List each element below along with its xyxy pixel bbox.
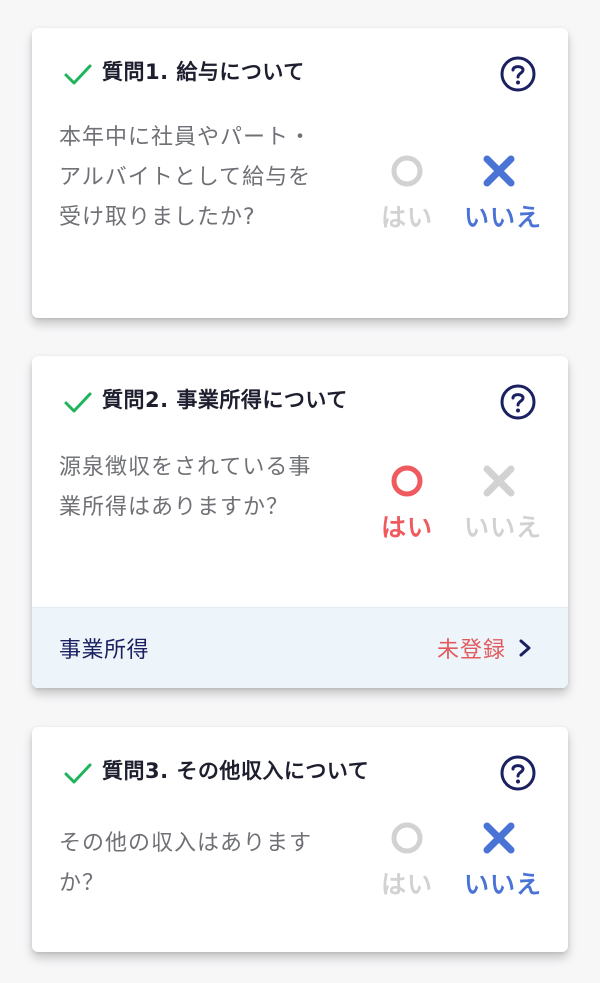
question-text: 源泉徴収をされている事業所得はありますか？: [59, 455, 312, 520]
question-circle-icon[interactable]: [500, 384, 536, 420]
footer-label: 事業所得: [59, 638, 150, 663]
status-badge: 未登録: [436, 638, 506, 663]
question-circle-icon[interactable]: [500, 755, 536, 791]
x-icon: [483, 822, 515, 854]
question-title: 質問1. 給与について: [102, 60, 305, 84]
x-icon: [483, 465, 515, 497]
question-card-3: 質問3. その他収入について その他の収入はありますか？ はい いいえ: [32, 727, 568, 952]
yes-option[interactable]: はい: [372, 819, 442, 901]
check-icon: [64, 392, 92, 413]
question-title: 質問2. 事業所得について: [102, 388, 348, 412]
card-header: 質問1. 給与について: [32, 28, 568, 118]
no-option[interactable]: いいえ: [464, 462, 543, 544]
circle-icon: [391, 155, 423, 187]
yes-label: はい: [380, 203, 433, 232]
question-card-1: 質問1. 給与について 本年中に社員やパート・アルバイトとして給与を受け取りまし…: [32, 28, 568, 318]
business-income-row[interactable]: 事業所得 未登録: [32, 607, 568, 688]
yes-option[interactable]: はい: [372, 462, 442, 544]
no-label: いいえ: [464, 203, 543, 232]
no-option[interactable]: いいえ: [464, 819, 543, 901]
circle-icon: [391, 465, 423, 497]
question-card-2: 質問2. 事業所得について 源泉徴収をされている事業所得はありますか？ はい い…: [32, 356, 568, 688]
question-text: その他の収入はありますか？: [59, 831, 313, 896]
check-icon: [64, 763, 92, 784]
x-icon: [483, 155, 515, 187]
chevron-right-icon: [519, 639, 531, 657]
no-label: いいえ: [464, 513, 543, 542]
no-option[interactable]: いいえ: [464, 152, 543, 234]
question-title: 質問3. その他収入について: [102, 759, 370, 783]
card-header: 質問3. その他収入について: [32, 727, 568, 817]
question-text: 本年中に社員やパート・アルバイトとして給与を受け取りましたか?: [59, 125, 313, 230]
yes-label: はい: [380, 870, 433, 899]
check-icon: [64, 64, 92, 85]
no-label: いいえ: [464, 870, 543, 899]
card-header: 質問2. 事業所得について: [32, 356, 568, 446]
question-circle-icon[interactable]: [500, 56, 536, 92]
yes-label: はい: [380, 513, 433, 542]
yes-option[interactable]: はい: [372, 152, 442, 234]
circle-icon: [391, 822, 423, 854]
